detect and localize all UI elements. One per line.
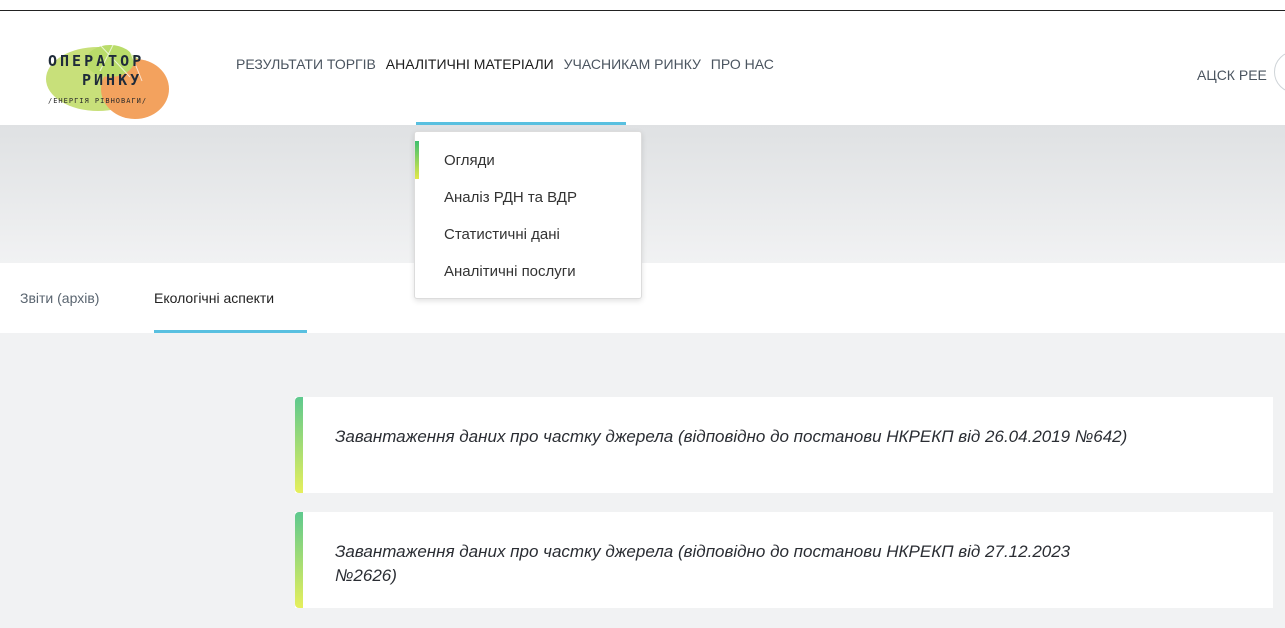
site-logo[interactable]: ОПЕРАТОР РИНКУ /ЕНЕРГІЯ РІВНОВАГИ/ bbox=[40, 31, 190, 131]
logo-title-line2: РИНКУ bbox=[82, 71, 143, 89]
card-title[interactable]: Завантаження даних про частку джерела (в… bbox=[335, 425, 1135, 449]
content-area: Завантаження даних про частку джерела (в… bbox=[0, 333, 1285, 628]
site-header: ОПЕРАТОР РИНКУ /ЕНЕРГІЯ РІВНОВАГИ/ РЕЗУЛ… bbox=[0, 11, 1285, 125]
nav-item-market-participants[interactable]: УЧАСНИКАМ РИНКУ bbox=[564, 56, 701, 72]
nav-item-analytical-materials[interactable]: АНАЛІТИЧНІ МАТЕРІАЛИ bbox=[386, 56, 554, 72]
tab-ecological-aspects[interactable]: Екологічні аспекти bbox=[154, 290, 274, 306]
card-accent-bar bbox=[295, 512, 303, 608]
dropdown-item-reviews[interactable]: Огляди bbox=[444, 152, 495, 169]
card-accent-bar bbox=[295, 397, 303, 493]
logo-title-line1: ОПЕРАТОР bbox=[48, 52, 145, 70]
tab-reports-archive[interactable]: Звіти (архів) bbox=[20, 290, 99, 306]
download-card[interactable]: Завантаження даних про частку джерела (в… bbox=[295, 397, 1273, 493]
dropdown-item-statistics[interactable]: Статистичні дані bbox=[444, 226, 560, 243]
card-title[interactable]: Завантаження даних про частку джерела (в… bbox=[335, 540, 1135, 588]
nav-item-trading-results[interactable]: РЕЗУЛЬТАТИ ТОРГІВ bbox=[236, 56, 376, 72]
nav-item-acsk-ree[interactable]: АЦСК РЕЕ bbox=[1197, 67, 1267, 83]
download-card[interactable]: Завантаження даних про частку джерела (в… bbox=[295, 512, 1273, 608]
nav-item-about-us[interactable]: ПРО НАС bbox=[711, 56, 774, 72]
dropdown-item-analytical-services[interactable]: Аналітичні послуги bbox=[444, 263, 576, 280]
dropdown-item-rdn-vdr-analysis[interactable]: Аналіз РДН та ВДР bbox=[444, 189, 577, 206]
dropdown-active-marker bbox=[415, 141, 419, 179]
page-banner bbox=[0, 125, 1285, 263]
header-circle-button[interactable] bbox=[1274, 51, 1285, 93]
logo-tagline: /ЕНЕРГІЯ РІВНОВАГИ/ bbox=[48, 97, 148, 105]
analytics-dropdown-menu: Огляди Аналіз РДН та ВДР Статистичні дан… bbox=[414, 131, 642, 299]
section-tabs: Звіти (архів) Екологічні аспекти bbox=[0, 263, 1285, 333]
main-nav: РЕЗУЛЬТАТИ ТОРГІВ АНАЛІТИЧНІ МАТЕРІАЛИ У… bbox=[236, 56, 774, 72]
